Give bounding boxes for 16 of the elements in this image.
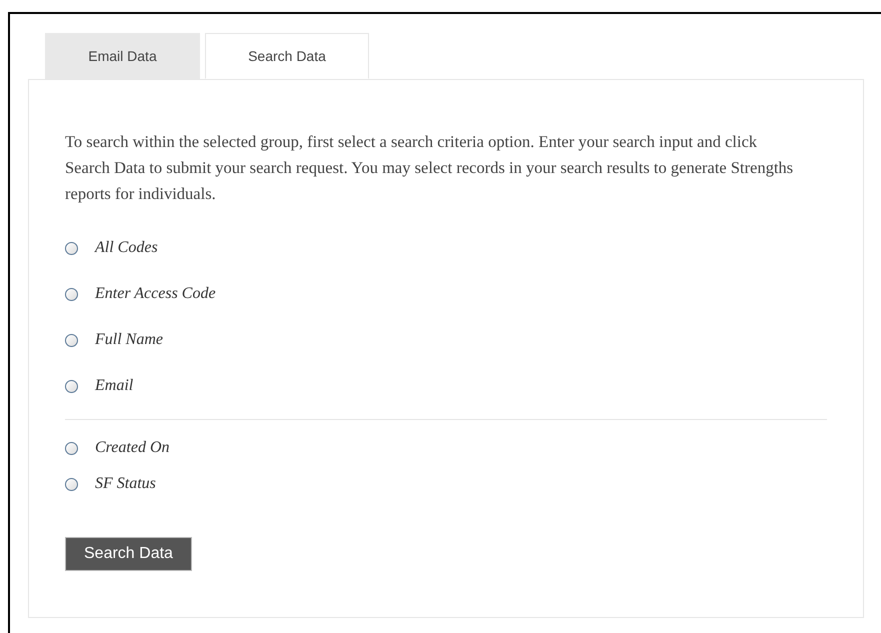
radio-button[interactable] xyxy=(65,288,78,300)
option-label: All Codes xyxy=(95,238,158,258)
tab[interactable]: Search Data xyxy=(205,33,369,79)
instructions-text: To search within the selected group, first select a search criteria option. Enter your search input and click Search Data to submit your search request. You may select records in your search results to generate Strengths reports for individuals. xyxy=(65,131,794,205)
option-label: Email xyxy=(95,376,134,396)
option-label: SF Status xyxy=(95,474,156,494)
radio-button[interactable] xyxy=(65,478,78,490)
radio-button[interactable] xyxy=(65,380,78,392)
option-label: Created On xyxy=(95,438,170,458)
radio-button[interactable] xyxy=(65,334,78,346)
radio-button[interactable] xyxy=(65,442,78,454)
option-label: Enter Access Code xyxy=(95,284,216,304)
radio-button[interactable] xyxy=(65,242,78,254)
tab[interactable]: Email Data xyxy=(45,33,200,79)
search-data-button[interactable]: Search Data xyxy=(65,537,192,571)
option-label: Full Name xyxy=(95,330,163,350)
